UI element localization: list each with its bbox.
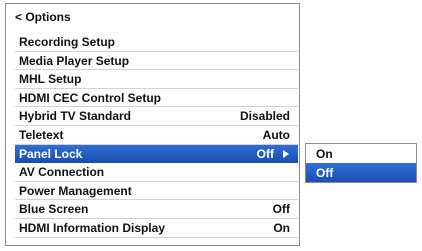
menu-item-label: Media Player Setup [19, 53, 130, 68]
menu-item-media-player-setup[interactable]: Media Player Setup [15, 52, 298, 71]
menu-item-label: Recording Setup [19, 35, 116, 49]
menu-item-power-management[interactable]: Power Management [15, 182, 298, 201]
menu-item-panel-lock[interactable]: Panel Lock Off [15, 144, 298, 164]
menu-item-label: Panel Lock [19, 146, 83, 161]
menu-item-label: AV Connection [19, 165, 105, 180]
chevron-right-icon [283, 149, 289, 158]
menu-item-value: Off [256, 146, 274, 161]
menu-item-av-connection[interactable]: AV Connection [15, 163, 298, 182]
panel-lock-submenu: On Off [305, 143, 417, 183]
submenu-option-label: On [316, 147, 333, 161]
menu-item-label: Teletext [19, 127, 64, 142]
menu-item-value: Auto [262, 127, 290, 142]
menu-item-label: HDMI CEC Control Setup [19, 90, 161, 105]
menu-item-label: Hybrid TV Standard [19, 109, 132, 124]
menu-item-recording-setup[interactable]: Recording Setup [15, 33, 298, 52]
menu-item-hybrid-tv-standard[interactable]: Hybrid TV Standard Disabled [15, 107, 298, 126]
menu-item-hdmi-information-display[interactable]: HDMI Information Display On [15, 219, 298, 238]
menu-item-value: On [273, 220, 290, 235]
menu-item-hdmi-cec-control-setup[interactable]: HDMI CEC Control Setup [15, 89, 298, 108]
menu-item-value: Disabled [239, 109, 290, 124]
menu-item-label: HDMI Information Display [19, 220, 166, 235]
menu-item-teletext[interactable]: Teletext Auto [15, 126, 298, 145]
menu-item-blue-screen[interactable]: Blue Screen Off [15, 200, 298, 219]
menu-item-value: Off [272, 202, 290, 217]
submenu-option-on[interactable]: On [306, 144, 416, 163]
options-panel: < Options Recording Setup Media Player S… [5, 3, 300, 246]
submenu-option-label: Off [316, 166, 334, 180]
menu-item-mhl-setup[interactable]: MHL Setup [15, 70, 298, 89]
submenu-option-off[interactable]: Off [306, 163, 416, 182]
options-list: Recording Setup Media Player Setup MHL S… [15, 33, 298, 238]
options-title[interactable]: < Options [15, 10, 71, 24]
menu-item-label: MHL Setup [19, 72, 82, 87]
menu-item-label: Blue Screen [19, 202, 89, 217]
menu-item-label: Power Management [19, 183, 132, 198]
